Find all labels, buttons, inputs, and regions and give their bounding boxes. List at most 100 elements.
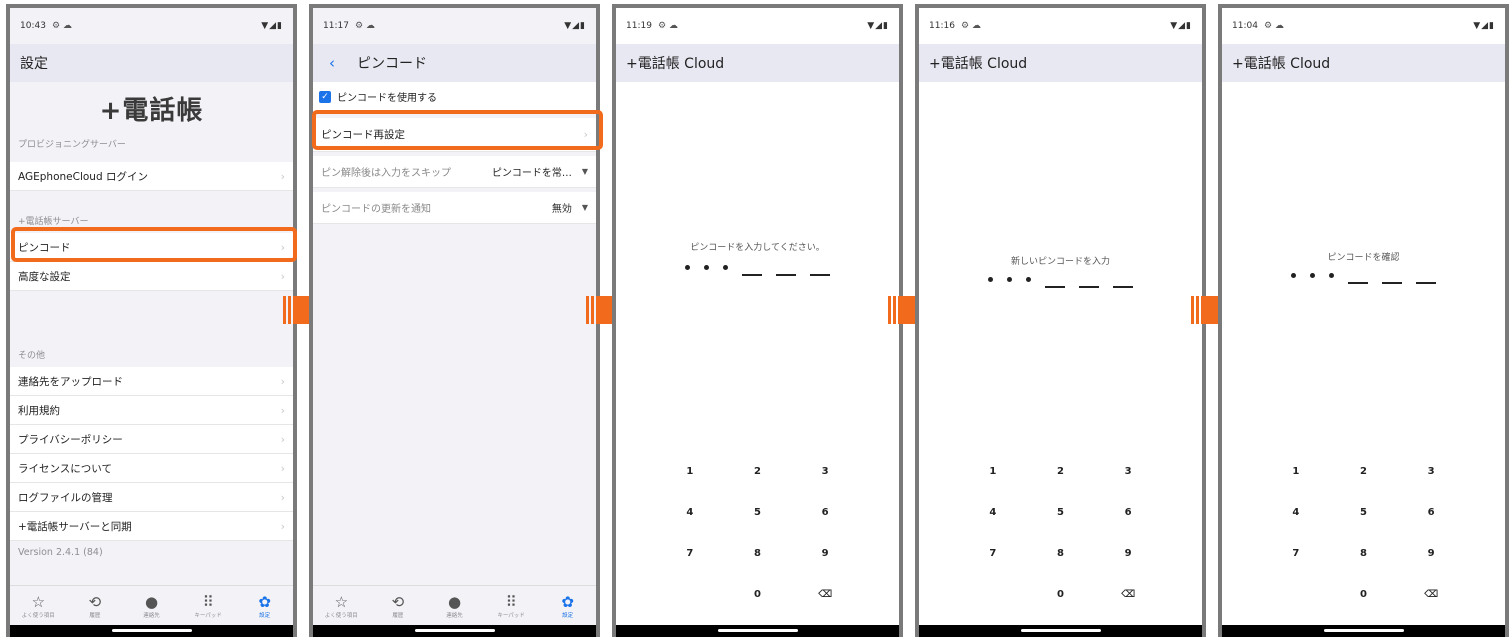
key-2[interactable]: 2 (1330, 466, 1398, 480)
key-3[interactable]: 3 (1094, 466, 1162, 480)
tab-history[interactable]: ⟲ 履歴 (72, 593, 118, 619)
pin-slot (1382, 282, 1402, 284)
home-indicator (1222, 625, 1505, 637)
tab-favorites[interactable]: ☆ よく使う項目 (15, 593, 61, 619)
page-title: ピンコード (357, 56, 427, 72)
key-4[interactable]: 4 (1262, 507, 1330, 521)
home-indicator (10, 625, 293, 637)
status-icons-left: ⚙ ☁ (960, 21, 981, 31)
key-6[interactable]: 6 (1094, 507, 1162, 521)
key-0[interactable]: 0 (1330, 589, 1398, 603)
tab-contacts[interactable]: ● 連絡先 (431, 593, 477, 619)
key-1[interactable]: 1 (1262, 466, 1330, 480)
page-title: 設定 (10, 44, 293, 82)
status-time: 11:04 (1232, 21, 1258, 31)
upload-contacts-row[interactable]: 連絡先をアップロード › (10, 367, 293, 396)
keypad-icon: ⠿ (505, 592, 517, 611)
advanced-settings-row[interactable]: 高度な設定 › (10, 262, 293, 291)
history-icon: ⟲ (391, 592, 405, 611)
status-icons-right: ▼◢▮ (1473, 21, 1495, 31)
numeric-keypad: 1 2 3 4 5 6 7 8 9 0 ⌫ (959, 466, 1162, 603)
pin-dot (1291, 273, 1296, 279)
status-icons-left: ⚙ ☁ (657, 21, 678, 31)
tab-settings[interactable]: ✿ 設定 (242, 593, 288, 619)
tab-keypad[interactable]: ⠿ キーパッド (185, 593, 231, 619)
chevron-right-icon: › (280, 461, 285, 475)
chevron-right-icon: › (280, 519, 285, 533)
key-2[interactable]: 2 (724, 466, 792, 480)
key-6[interactable]: 6 (1397, 507, 1465, 521)
key-9[interactable]: 9 (1094, 548, 1162, 562)
chevron-right-icon: › (280, 432, 285, 446)
backspace-icon[interactable]: ⌫ (791, 589, 859, 603)
person-icon: ● (447, 592, 462, 611)
backspace-icon[interactable]: ⌫ (1094, 589, 1162, 603)
home-indicator (616, 625, 899, 637)
sync-row[interactable]: +電話帳サーバーと同期 › (10, 512, 293, 541)
license-row[interactable]: ライセンスについて › (10, 454, 293, 483)
backspace-icon[interactable]: ⌫ (1397, 589, 1465, 603)
status-bar: 11:17 ⚙ ☁ ▼◢▮ (313, 8, 596, 44)
tab-keypad[interactable]: ⠿ キーパッド (488, 593, 534, 619)
tab-contacts[interactable]: ● 連絡先 (128, 593, 174, 619)
pin-prompt: 新しいピンコードを入力 (1010, 257, 1110, 267)
key-4[interactable]: 4 (656, 507, 724, 521)
key-0[interactable]: 0 (1027, 589, 1095, 603)
key-2[interactable]: 2 (1027, 466, 1095, 480)
skip-pin-select[interactable]: ピン解除後は入力をスキップ ピンコードを常… ▼ (313, 156, 596, 188)
use-pin-checkbox[interactable]: ✓ ピンコードを使用する (313, 82, 596, 112)
terms-row[interactable]: 利用規約 › (10, 396, 293, 425)
key-8[interactable]: 8 (1330, 548, 1398, 562)
version-label: Version 2.4.1 (84) (18, 546, 103, 558)
status-bar: 11:04 ⚙ ☁ ▼◢▮ (1222, 8, 1505, 44)
pin-slot (742, 274, 762, 276)
page-title: +電話帳 Cloud (1222, 44, 1505, 82)
key-8[interactable]: 8 (724, 548, 792, 562)
login-row[interactable]: AGEphoneCloud ログイン › (10, 162, 293, 191)
key-1[interactable]: 1 (656, 466, 724, 480)
key-0[interactable]: 0 (724, 589, 792, 603)
pin-slot (776, 274, 796, 276)
key-1[interactable]: 1 (959, 466, 1027, 480)
key-4[interactable]: 4 (959, 507, 1027, 521)
key-3[interactable]: 3 (791, 466, 859, 480)
status-bar: 10:43 ⚙ ☁ ▼◢▮ (10, 8, 293, 44)
pin-slot (1079, 286, 1099, 288)
brand-logo: +電話帳 (99, 95, 204, 126)
pin-digits (1222, 268, 1505, 284)
logs-row[interactable]: ログファイルの管理 › (10, 483, 293, 512)
pin-slot (1416, 282, 1436, 284)
back-arrow-icon[interactable]: ‹ (329, 54, 335, 72)
pin-slot (1348, 282, 1368, 284)
key-7[interactable]: 7 (959, 548, 1027, 562)
privacy-row[interactable]: プライバシーポリシー › (10, 425, 293, 454)
tab-history[interactable]: ⟲ 履歴 (375, 593, 421, 619)
numeric-keypad: 1 2 3 4 5 6 7 8 9 0 ⌫ (1262, 466, 1465, 603)
pin-digits (616, 260, 899, 276)
phone-new-pin: 11:16 ⚙ ☁ ▼◢▮ +電話帳 Cloud 新しいピンコードを入力 1 2… (915, 4, 1206, 637)
key-5[interactable]: 5 (724, 507, 792, 521)
section-provisioning: プロビジョニングサーバー (18, 140, 126, 150)
key-9[interactable]: 9 (1397, 548, 1465, 562)
page-title: +電話帳 Cloud (616, 44, 899, 82)
key-8[interactable]: 8 (1027, 548, 1095, 562)
key-5[interactable]: 5 (1330, 507, 1398, 521)
pin-dot (1310, 273, 1315, 279)
key-3[interactable]: 3 (1397, 466, 1465, 480)
tab-bar: ☆ よく使う項目 ⟲ 履歴 ● 連絡先 ⠿ キーパッド ✿ 設定 (313, 585, 596, 625)
tab-settings[interactable]: ✿ 設定 (545, 593, 591, 619)
key-7[interactable]: 7 (1262, 548, 1330, 562)
key-7[interactable]: 7 (656, 548, 724, 562)
pin-dot (723, 265, 728, 271)
history-icon: ⟲ (88, 592, 102, 611)
notify-pin-select[interactable]: ピンコードの更新を通知 無効 ▼ (313, 192, 596, 224)
tab-favorites[interactable]: ☆ よく使う項目 (318, 593, 364, 619)
phone-confirm-pin: 11:04 ⚙ ☁ ▼◢▮ +電話帳 Cloud ピンコードを確認 1 2 3 … (1218, 4, 1509, 637)
key-9[interactable]: 9 (791, 548, 859, 562)
key-empty (1262, 589, 1330, 603)
chevron-down-icon: ▼ (581, 167, 588, 176)
key-6[interactable]: 6 (791, 507, 859, 521)
home-indicator (919, 625, 1202, 637)
highlight-reset-pin (312, 110, 603, 150)
key-5[interactable]: 5 (1027, 507, 1095, 521)
